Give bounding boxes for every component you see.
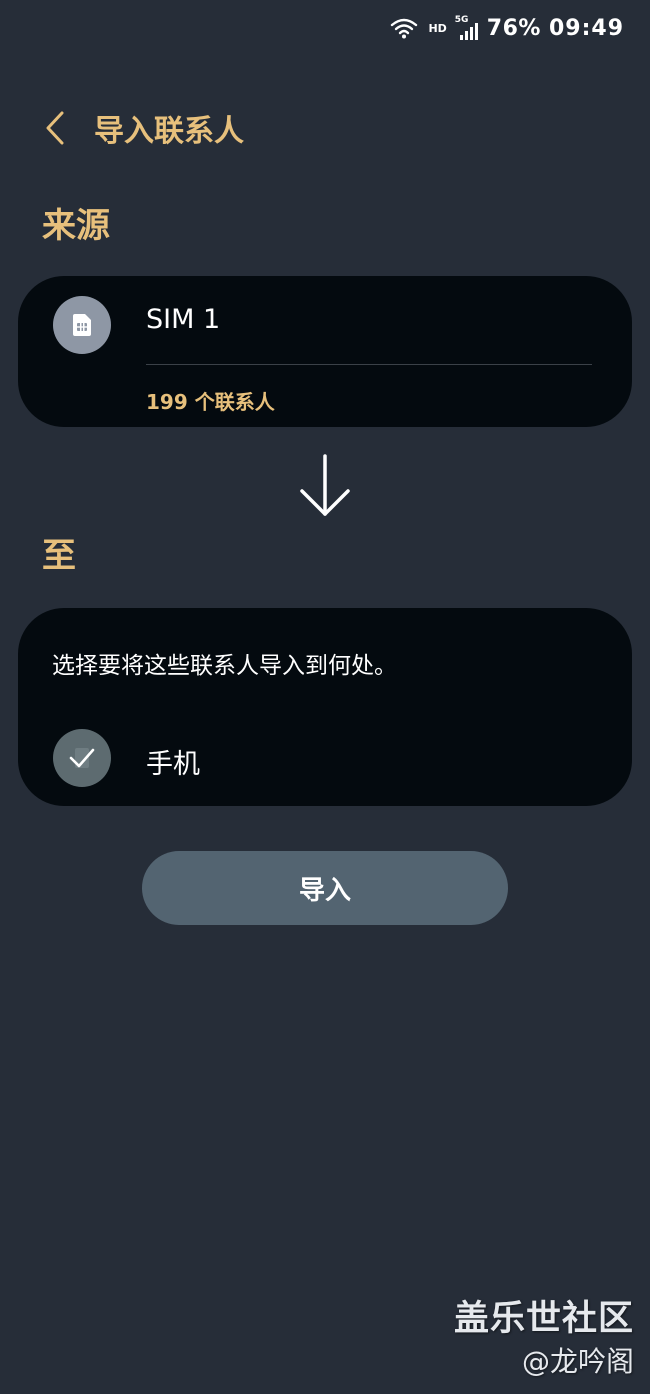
back-button[interactable] (38, 103, 72, 153)
watermark-author: @龙吟阁 (521, 1345, 634, 1378)
watermark-title: 盖乐世社区 (453, 1299, 634, 1339)
sim-card-icon (73, 314, 91, 336)
source-card[interactable]: SIM 1 199 个联系人 (18, 276, 632, 427)
header: 导入联系人 (38, 100, 244, 156)
contact-count: 199 个联系人 (146, 390, 275, 414)
target-card: 选择要将这些联系人导入到何处。 手机 (18, 608, 632, 806)
import-button[interactable]: 导入 (142, 851, 508, 925)
signal-indicator: 5G (455, 15, 479, 40)
divider (146, 364, 592, 365)
target-prompt: 选择要将这些联系人导入到何处。 (52, 653, 397, 679)
source-name: SIM 1 (146, 304, 221, 335)
destination-label[interactable]: 手机 (146, 742, 200, 781)
checkmark-icon (69, 748, 95, 768)
sim-avatar (53, 296, 111, 354)
clock: 09:49 (548, 15, 624, 41)
status-bar: HD 5G 76% 09:49 (390, 10, 624, 46)
page-title: 导入联系人 (94, 114, 244, 149)
chevron-left-icon (46, 111, 64, 145)
target-section-title: 至 (42, 536, 76, 576)
arrow-down-icon (300, 454, 350, 516)
signal-icon (459, 23, 478, 40)
hd-label: HD (428, 21, 447, 35)
wifi-icon (391, 18, 418, 39)
source-section-title: 来源 (42, 206, 110, 246)
battery-level: 76% (486, 15, 541, 41)
phone-checkbox[interactable] (53, 729, 111, 787)
